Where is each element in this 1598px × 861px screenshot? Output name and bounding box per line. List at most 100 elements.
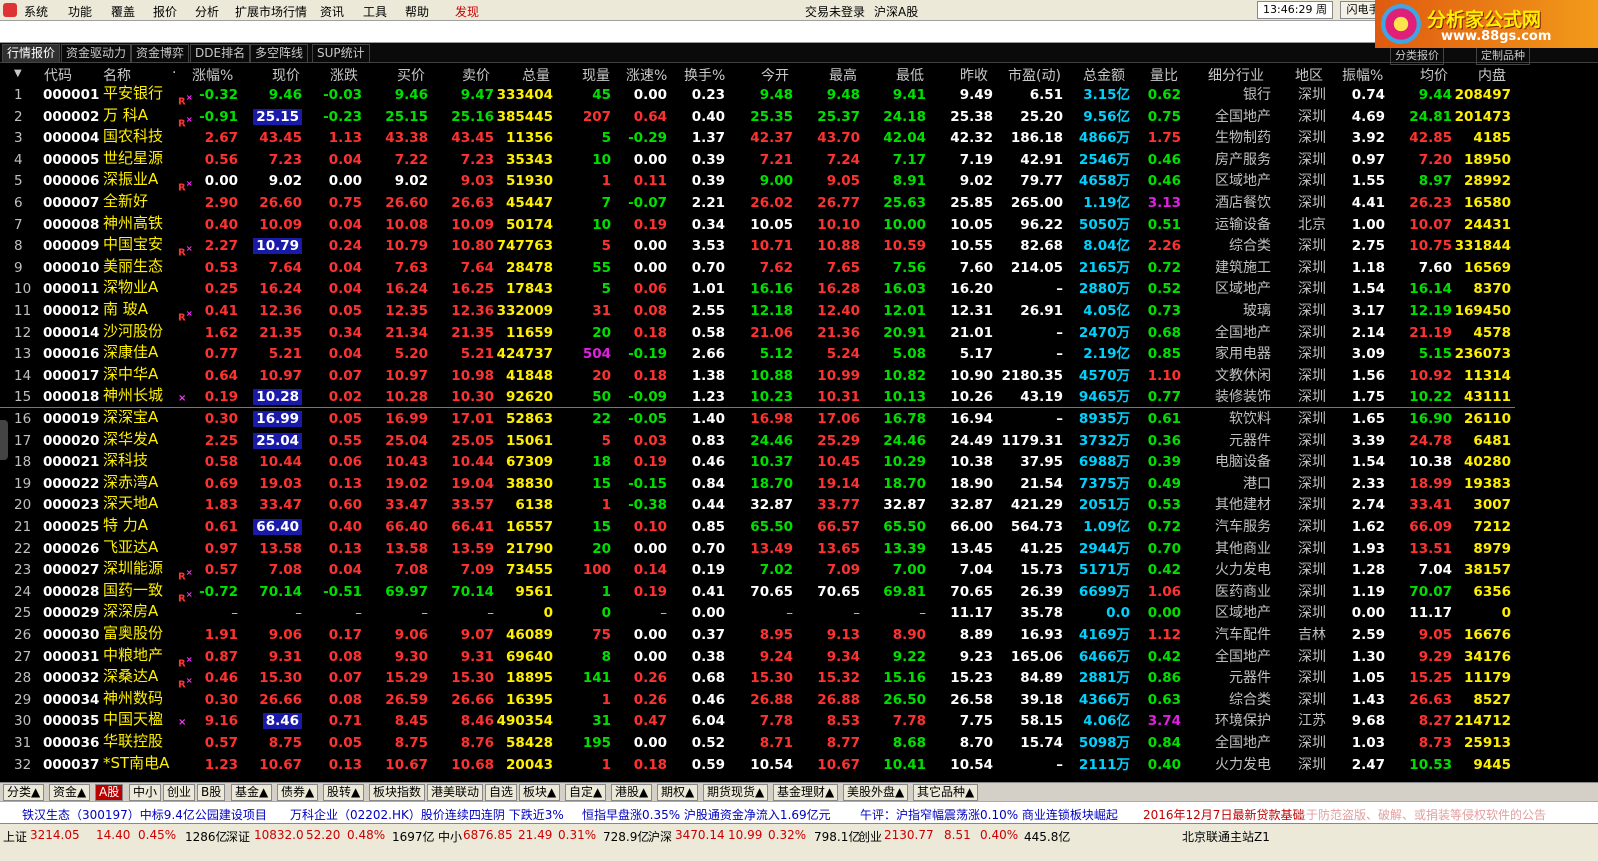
tab-capital-drive[interactable]: 资金驱动力 bbox=[61, 44, 132, 63]
tab-long-short[interactable]: 多空阵线 bbox=[250, 44, 309, 63]
market-tab[interactable]: 基金▲ bbox=[231, 784, 273, 801]
table-row[interactable]: 17 000020 深华发A 2.25 25.04 0.55 25.04 25.05 15061… bbox=[0, 430, 1598, 451]
table-row[interactable]: 20 000023 深天地A 1.83 33.47 0.60 33.47 33.57 6138 1… bbox=[0, 494, 1598, 515]
trade-status[interactable]: 交易未登录 bbox=[805, 3, 865, 20]
market-tab[interactable]: A股 bbox=[95, 784, 124, 801]
tab-dde-rank[interactable]: DDE排名 bbox=[190, 44, 251, 63]
collapse-handle[interactable] bbox=[0, 420, 8, 460]
col-header[interactable]: 现价 bbox=[272, 65, 300, 85]
index-label[interactable]: 深证 bbox=[226, 828, 250, 845]
table-row[interactable]: 23 000027 深圳能源 R× 0.57 7.08 0.04 7.08 7.09 73455 1… bbox=[0, 559, 1598, 582]
index-label[interactable]: 沪深 bbox=[648, 828, 672, 845]
table-row[interactable]: 28 000032 深桑达A R× 0.46 15.30 0.07 15.29 15.30 188… bbox=[0, 667, 1598, 690]
market-tab[interactable]: 资金▲ bbox=[49, 784, 91, 801]
news-item[interactable]: 午评：沪指窄幅震荡涨0.10% 商业连锁板块崛起 bbox=[860, 806, 1118, 823]
table-row[interactable]: 29 000034 神州数码 0.30 26.66 0.08 26.59 26.66 16395… bbox=[0, 689, 1598, 710]
table-row[interactable]: 6 000007 全新好 2.90 26.60 0.75 26.60 26.63 45447 7 -… bbox=[0, 192, 1598, 213]
table-row[interactable]: 4 000005 世纪星源 0.56 7.23 0.04 7.22 7.23 35343 10 0.… bbox=[0, 149, 1598, 170]
table-row[interactable]: 21 000025 特 力A 0.61 66.40 0.40 66.40 66.41 16557… bbox=[0, 516, 1598, 537]
col-header[interactable]: 今开 bbox=[761, 65, 789, 85]
market-tab[interactable]: 自选 bbox=[485, 784, 518, 801]
table-row[interactable]: 19 000022 深赤湾A 0.69 19.03 0.13 19.02 19.04 38830… bbox=[0, 473, 1598, 494]
table-row[interactable]: 11 000012 南 玻A R× 0.41 12.36 0.05 12.35 12.36 332… bbox=[0, 300, 1598, 323]
table-row[interactable]: 13 000016 深康佳A 0.77 5.21 0.04 5.20 5.21 424737 50… bbox=[0, 343, 1598, 364]
table-row[interactable]: 32 000037 *ST南电A 1.23 10.67 0.13 10.67 10.68 200… bbox=[0, 754, 1598, 775]
table-row[interactable]: 15 000018 神州长城 × 0.19 10.28 0.02 10.28 10.30 9262… bbox=[0, 386, 1598, 407]
menu-item[interactable]: 功能 bbox=[68, 3, 92, 20]
col-header[interactable]: 量比 bbox=[1150, 65, 1178, 85]
table-row[interactable]: 5 000006 深振业A R× 0.00 9.02 0.00 9.02 9.03 51930 1 0… bbox=[0, 170, 1598, 193]
col-header[interactable]: 昨收 bbox=[960, 65, 988, 85]
tab-quotes[interactable]: 行情报价 bbox=[2, 44, 61, 63]
news-item[interactable]: 恒指早盘涨0.35% 沪股通资金净流入1.69亿元 bbox=[582, 806, 831, 823]
table-row[interactable]: 2 000002 万 科A R× -0.91 25.15 -0.23 25.15 25.16 38… bbox=[0, 106, 1598, 129]
market-tab[interactable]: 期权▲ bbox=[657, 784, 699, 801]
table-row[interactable]: 30 000035 中国天楹 × 9.16 8.46 0.71 8.45 8.46 490354 3… bbox=[0, 710, 1598, 731]
col-header[interactable]: 涨跌 bbox=[330, 65, 358, 85]
index-label[interactable]: 创业 bbox=[858, 828, 882, 845]
table-row[interactable]: 16 000019 深深宝A 0.30 16.99 0.05 16.99 17.01 52863… bbox=[0, 408, 1598, 429]
col-header[interactable]: 地区 bbox=[1295, 65, 1323, 85]
market-tab[interactable]: 股转▲ bbox=[323, 784, 365, 801]
command-input[interactable] bbox=[0, 21, 1375, 43]
menu-item[interactable]: 扩展市场行情 bbox=[235, 3, 307, 20]
table-row[interactable]: 27 000031 中粮地产 R× 0.87 9.31 0.08 9.30 9.31 69640 8… bbox=[0, 646, 1598, 669]
table-row[interactable]: 26 000030 富奥股份 1.91 9.06 0.17 9.06 9.07 46089 75 0… bbox=[0, 624, 1598, 645]
col-header[interactable]: 市盈(动) bbox=[1008, 65, 1061, 85]
market-tab[interactable]: 自定▲ bbox=[565, 784, 607, 801]
index-label[interactable]: 上证 bbox=[3, 828, 27, 845]
table-row[interactable]: 1 000001 平安银行 R× -0.32 9.46 -0.03 9.46 9.47 33340… bbox=[0, 84, 1598, 107]
index-label[interactable]: 中小 bbox=[438, 828, 462, 845]
tab-sup-stats[interactable]: SUP统计 bbox=[312, 44, 370, 63]
col-header[interactable]: 最低 bbox=[896, 65, 924, 85]
market-tab[interactable]: 美股外盘▲ bbox=[843, 784, 909, 801]
menu-item[interactable]: 工具 bbox=[363, 3, 387, 20]
menu-item[interactable]: 帮助 bbox=[405, 3, 429, 20]
table-row[interactable]: 24 000028 国药一致 R× -0.72 70.14 -0.51 69.97 70.14 9… bbox=[0, 581, 1598, 604]
col-header[interactable]: 名称 bbox=[103, 65, 131, 85]
col-header[interactable]: 卖价 bbox=[462, 65, 490, 85]
col-header[interactable]: 总量 bbox=[522, 65, 550, 85]
market-tab[interactable]: 债券▲ bbox=[277, 784, 319, 801]
market-tab[interactable]: 期货现货▲ bbox=[703, 784, 769, 801]
table-row[interactable]: 22 000026 飞亚达A 0.97 13.58 0.13 13.58 13.59 21790… bbox=[0, 538, 1598, 559]
market-tab[interactable]: B股 bbox=[197, 784, 226, 801]
col-header[interactable]: 细分行业 bbox=[1208, 65, 1264, 85]
col-header[interactable]: 最高 bbox=[829, 65, 857, 85]
table-row[interactable]: 10 000011 深物业A 0.25 16.24 0.04 16.24 16.25 17843… bbox=[0, 278, 1598, 299]
market-tab[interactable]: 基金理财▲ bbox=[773, 784, 839, 801]
table-row[interactable]: 12 000014 沙河股份 1.62 21.35 0.34 21.34 21.35 11659… bbox=[0, 322, 1598, 343]
table-row[interactable]: 7 000008 神州高铁 0.40 10.09 0.04 10.08 10.09 50174 1… bbox=[0, 214, 1598, 235]
table-row[interactable]: 8 000009 中国宝安 R× 2.27 10.79 0.24 10.79 10.80 7477… bbox=[0, 235, 1598, 258]
col-header[interactable]: 买价 bbox=[397, 65, 425, 85]
col-header[interactable]: 涨幅% bbox=[192, 65, 233, 85]
news-item[interactable]: 铁汉生态（300197）中标9.4亿公园建设项目 bbox=[22, 806, 267, 823]
market-tab[interactable]: 其它品种▲ bbox=[913, 784, 979, 801]
market-tab[interactable]: 中小 bbox=[129, 784, 162, 801]
menu-item[interactable]: 覆盖 bbox=[111, 3, 135, 20]
tab-capital-game[interactable]: 资金博弈 bbox=[131, 44, 190, 63]
market-tab[interactable]: 板块▲ bbox=[519, 784, 561, 801]
table-row[interactable]: 25 000029 深深房A – – – – –0 0–0.00– – –11.17 35.78 0.0… bbox=[0, 602, 1598, 623]
col-header[interactable]: 均价 bbox=[1420, 65, 1448, 85]
table-row[interactable]: 14 000017 深中华A 0.64 10.97 0.07 10.97 10.98 41848… bbox=[0, 365, 1598, 386]
news-item[interactable]: 关于防范盗版、破解、或捐装等侵权软件的公告 bbox=[1294, 806, 1546, 823]
table-row[interactable]: 9 000010 美丽生态 0.53 7.64 0.04 7.63 7.64 28478 55 0.… bbox=[0, 257, 1598, 278]
table-row[interactable]: 31 000036 华联控股 0.57 8.75 0.05 8.75 8.76 58428 195… bbox=[0, 732, 1598, 753]
col-header[interactable]: 振幅% bbox=[1342, 65, 1383, 85]
market-tab[interactable]: 分类▲ bbox=[3, 784, 45, 801]
col-header[interactable]: 内盘 bbox=[1478, 65, 1506, 85]
table-row[interactable]: 18 000021 深科技 0.58 10.44 0.06 10.43 10.44 67309 1… bbox=[0, 451, 1598, 472]
server-status[interactable]: 北京联通主站Z1 bbox=[1182, 828, 1270, 845]
col-header[interactable]: 总金额 bbox=[1083, 65, 1125, 85]
market-tab[interactable]: 板块指数 bbox=[369, 784, 426, 801]
menu-item[interactable]: 报价 bbox=[153, 3, 177, 20]
market-tab[interactable]: 创业 bbox=[163, 784, 196, 801]
market-tab[interactable]: 港股▲ bbox=[611, 784, 653, 801]
col-header[interactable]: 换手% bbox=[684, 65, 725, 85]
col-header[interactable]: 代码 bbox=[44, 65, 72, 85]
col-header[interactable]: 涨速% bbox=[626, 65, 667, 85]
market-tab[interactable]: 港美联动 bbox=[427, 784, 484, 801]
sort-down-icon[interactable]: ▼ bbox=[14, 68, 22, 79]
table-row[interactable]: 3 000004 国农科技 2.67 43.45 1.13 43.38 43.45 11356 5… bbox=[0, 127, 1598, 148]
